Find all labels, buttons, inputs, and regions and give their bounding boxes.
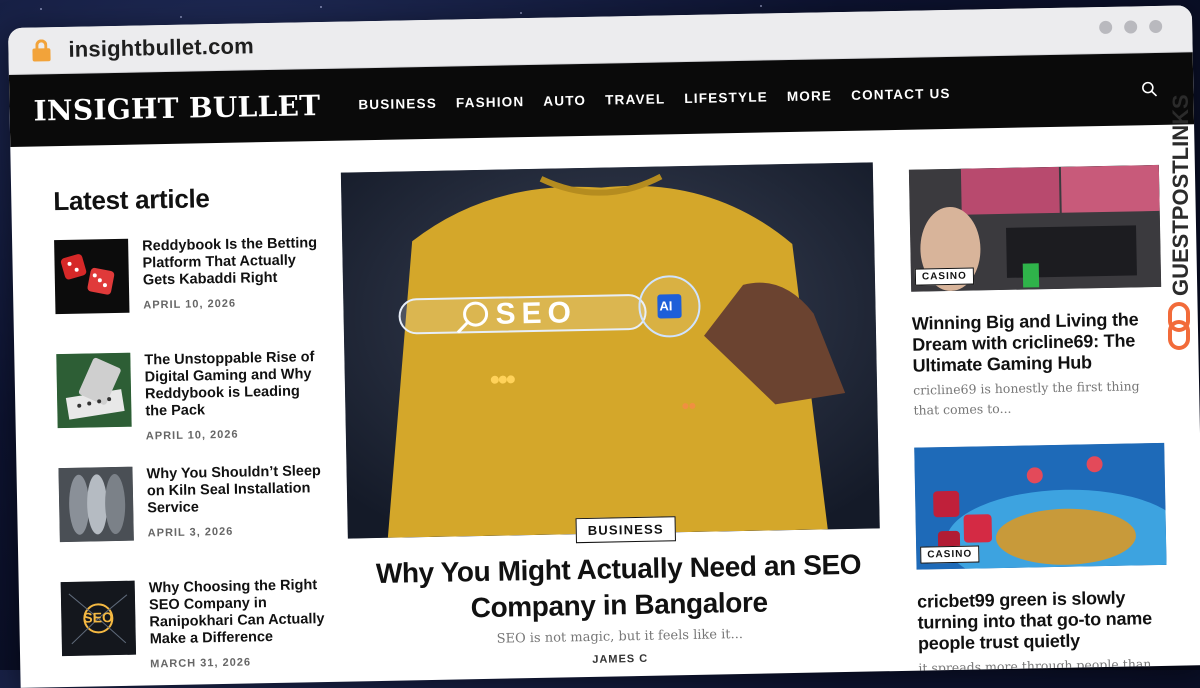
list-item[interactable]: Reddybook Is the Betting Platform That A… — [54, 235, 326, 326]
menu-item-fashion[interactable]: FASHION — [456, 94, 525, 110]
site-logo[interactable]: INSIGHT BULLET — [33, 89, 320, 127]
hero-author[interactable]: JAMES C — [370, 649, 870, 671]
menu-item-lifestyle[interactable]: LIFESTYLE — [684, 89, 768, 106]
article-date: MARCH 31, 2026 — [150, 656, 252, 671]
category-badge[interactable]: CASINO — [920, 545, 980, 564]
category-badge[interactable]: CASINO — [914, 267, 975, 286]
menu-item-travel[interactable]: TRAVEL — [605, 91, 665, 107]
search-icon[interactable] — [1141, 81, 1158, 97]
menu-item-contact-us[interactable]: CONTACT US — [851, 85, 951, 102]
article-date: APRIL 10, 2026 — [143, 297, 237, 312]
chain-link-icon — [1168, 302, 1190, 350]
hero-title[interactable]: Why You Might Actually Need an SEO Compa… — [368, 547, 869, 629]
kiln-seal-thumbnail[interactable] — [58, 466, 134, 543]
article-title[interactable]: Why Choosing the Right SEO Company in Ra… — [149, 577, 330, 648]
list-item[interactable]: The Unstoppable Rise of Digital Gaming a… — [56, 349, 328, 443]
sidebar-card[interactable]: CASINO Winning Big and Living the Dream … — [908, 164, 1164, 421]
window-dot-icon[interactable] — [1124, 20, 1138, 34]
guestpostlinks-watermark: GUESTPOSTLINKS — [1164, 60, 1194, 360]
list-item[interactable]: Why You Shouldn’t Sleep on Kiln Seal Ins… — [58, 463, 330, 554]
main-menu: BUSINESS FASHION AUTO TRAVEL LIFESTYLE M… — [358, 85, 951, 111]
url-text[interactable]: insightbullet.com — [68, 33, 254, 63]
window-dot-icon[interactable] — [1149, 19, 1163, 34]
seo-thumbnail[interactable]: SEO — [60, 580, 137, 657]
roulette-image[interactable]: CASINO — [914, 442, 1167, 570]
sidebar-card-title[interactable]: Winning Big and Living the Dream with cr… — [912, 309, 1163, 377]
hero-ai-text: AI — [659, 298, 673, 314]
list-item[interactable]: SEO Why Choosing the Right SEO Company i… — [60, 577, 333, 671]
page-content: Latest article Reddybook Is the Betting … — [10, 124, 1200, 687]
hero-excerpt: SEO is not magic, but it feels like it..… — [496, 627, 744, 647]
sidebar-card-excerpt: cricline69 is honestly the first thing t… — [912, 378, 1140, 418]
hero-image[interactable]: SEO AI — [340, 162, 880, 539]
window-controls — [1099, 19, 1163, 35]
casino-image[interactable]: CASINO — [908, 164, 1162, 292]
sidebar-card-title[interactable]: cricbet99 green is slowly turning into t… — [917, 587, 1168, 655]
latest-article-list: Reddybook Is the Betting Platform That A… — [54, 235, 333, 688]
article-date: APRIL 3, 2026 — [147, 525, 234, 540]
lock-icon — [32, 39, 51, 62]
menu-item-business[interactable]: BUSINESS — [358, 95, 437, 112]
hero-seo-text: SEO — [495, 296, 578, 331]
menu-item-more[interactable]: MORE — [787, 88, 833, 104]
hero-category-badge[interactable]: BUSINESS — [575, 516, 677, 544]
article-title[interactable]: Why You Shouldn’t Sleep on Kiln Seal Ins… — [146, 463, 327, 517]
sidebar-card-excerpt: it spreads more through people than — [918, 656, 1152, 676]
menu-item-auto[interactable]: AUTO — [543, 92, 586, 108]
dice-thumbnail[interactable] — [54, 238, 130, 315]
latest-heading: Latest article — [53, 183, 210, 217]
cards-thumbnail[interactable] — [56, 352, 132, 429]
window-dot-icon[interactable] — [1099, 20, 1113, 35]
watermark-text: GUESTPOSTLINKS — [1168, 94, 1193, 296]
article-title[interactable]: Reddybook Is the Betting Platform That A… — [142, 235, 323, 289]
article-date: APRIL 10, 2026 — [145, 428, 239, 443]
sidebar-card[interactable]: CASINO cricbet99 green is slowly turning… — [914, 442, 1168, 679]
article-title[interactable]: The Unstoppable Rise of Digital Gaming a… — [144, 349, 325, 420]
seo-thumb-text: SEO — [83, 609, 114, 626]
browser-window: insightbullet.com INSIGHT BULLET BUSINES… — [8, 5, 1200, 688]
